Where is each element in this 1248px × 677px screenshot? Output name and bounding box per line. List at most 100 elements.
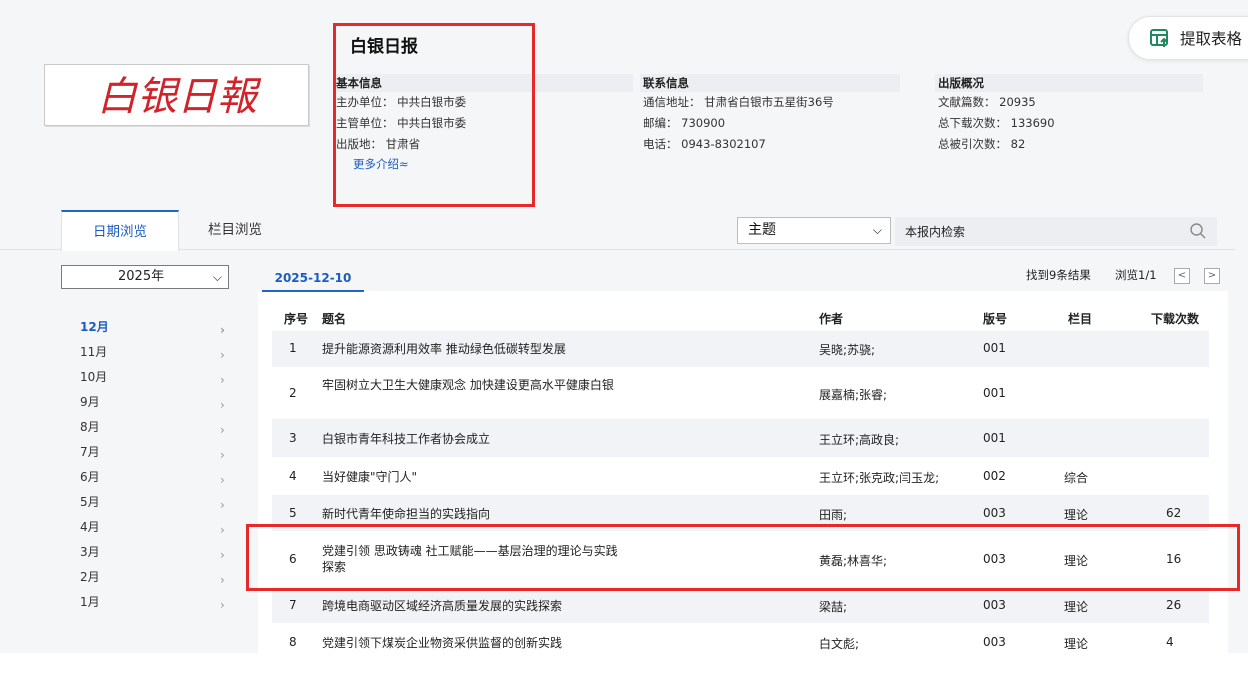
month-label: 6月 [80,470,100,484]
tab-date-browse[interactable]: 日期浏览 [61,210,179,251]
header-no: 序号 [284,312,309,326]
cited-count: 总被引次数： 82 [938,137,1026,151]
table-row[interactable]: 1 提升能源资源利用效率 推动绿色低碳转型发展 吴晓;苏骁; 001 [272,331,1209,367]
search-placeholder: 本报内检索 [905,225,966,239]
header-author: 作者 [819,312,844,326]
row-no: 8 [289,635,297,649]
month-label: 2月 [80,570,100,584]
header-column: 栏目 [1068,312,1093,326]
month-label: 9月 [80,395,100,409]
row-title[interactable]: 牢固树立大卫生大健康观念 加快建设更高水平健康白银 [322,377,622,393]
chevron-right-icon: › [220,598,225,612]
extract-table-label: 提取表格 [1180,30,1243,48]
row-title[interactable]: 跨境电商驱动区域经济高质量发展的实践探索 [322,598,622,614]
row-author: 梁喆; [819,600,848,614]
month-label: 8月 [80,420,100,434]
month-label: 7月 [80,445,100,459]
table-row[interactable]: 7 跨境电商驱动区域经济高质量发展的实践探索 梁喆; 003 理论 26 [272,587,1209,623]
search-scope-value: 主题 [748,222,776,238]
postcode: 邮编： 730900 [643,116,726,130]
row-downloads: 4 [1166,635,1174,649]
month-item[interactable]: 10月 › [80,365,230,390]
table-row[interactable]: 3 白银市青年科技工作者协会成立 王立环;高政良; 001 [272,419,1209,457]
chevron-down-icon: ⌵ [872,223,882,237]
page-indicator: 浏览1/1 [1115,268,1157,282]
month-label: 12月 [80,320,109,334]
extract-table-button[interactable]: 提取表格 [1128,16,1248,60]
month-item[interactable]: 5月 › [80,490,230,515]
doc-count: 文献篇数： 20935 [938,95,1036,109]
highlight-box-info [333,23,535,207]
month-label: 3月 [80,545,100,559]
month-label: 5月 [80,495,100,509]
row-no: 4 [289,469,297,483]
year-select[interactable]: 2025年 ⌵ [61,265,229,289]
row-page: 001 [983,341,1006,355]
result-count: 找到9条结果 [1026,268,1091,282]
tab-column-browse[interactable]: 栏目浏览 [190,210,280,250]
header-downloads: 下载次数 [1151,312,1200,326]
next-page-button[interactable]: > [1204,268,1220,284]
row-title[interactable]: 当好健康"守门人" [322,469,622,485]
contact-info-heading: 联系信息 [640,74,900,92]
row-page: 003 [983,598,1006,612]
chevron-down-icon: ⌵ [212,270,222,284]
month-item[interactable]: 2月 › [80,565,230,590]
row-author: 吴晓;苏骁; [819,343,876,357]
row-title[interactable]: 新时代青年使命担当的实践指向 [322,506,622,522]
address: 通信地址： 甘肃省白银市五星街36号 [643,95,834,109]
highlight-box-row [246,524,1240,591]
month-item[interactable]: 8月 › [80,415,230,440]
search-input[interactable]: 本报内检索 [895,217,1217,246]
table-row[interactable]: 2 牢固树立大卫生大健康观念 加快建设更高水平健康白银 展嘉楠;张睿; 001 [272,367,1209,419]
month-item[interactable]: 1月 › [80,590,230,615]
month-label: 10月 [80,370,108,384]
row-no: 2 [289,386,297,400]
row-author: 王立环;张克政;闫玉龙; [819,471,940,485]
row-author: 王立环;高政良; [819,433,900,447]
row-no: 7 [289,598,297,612]
table-extract-icon [1150,29,1168,47]
row-no: 5 [289,506,297,520]
publish-info: 出版概况 文献篇数： 20935 总下载次数： 133690 总被引次数： 82 [935,74,1203,155]
month-item[interactable]: 9月 › [80,390,230,415]
contact-info: 联系信息 通信地址： 甘肃省白银市五星街36号 邮编： 730900 电话： 0… [640,74,900,155]
month-item[interactable]: 4月 › [80,515,230,540]
month-item[interactable]: 3月 › [80,540,230,565]
month-item[interactable]: 11月 › [80,340,230,365]
table-row[interactable]: 4 当好健康"守门人" 王立环;张克政;闫玉龙; 002 综合 [272,457,1209,495]
search-icon[interactable] [1189,222,1207,240]
row-title[interactable]: 党建引领下煤炭企业物资采供监督的创新实践 [322,635,622,651]
month-item[interactable]: 7月 › [80,440,230,465]
row-page: 001 [983,386,1006,400]
newspaper-logo: 白银日報 [44,64,309,126]
row-downloads: 62 [1166,506,1182,520]
row-author: 白文彪; [819,637,860,651]
month-label: 11月 [80,345,108,359]
row-author: 田雨; [819,508,848,522]
search-scope-select[interactable]: 主题 ⌵ [737,217,891,244]
date-tab[interactable]: 2025-12-10 [262,266,364,292]
row-title[interactable]: 提升能源资源利用效率 推动绿色低碳转型发展 [322,341,622,357]
header-title: 题名 [322,312,347,326]
prev-page-button[interactable]: < [1174,268,1190,284]
logo-text: 白银日報 [97,74,262,120]
row-page: 002 [983,469,1006,483]
logo-calligraphy: 白银日報 [97,74,262,120]
header-page: 版号 [983,312,1008,326]
publish-info-heading: 出版概况 [935,74,1203,92]
month-item[interactable]: 6月 › [80,465,230,490]
row-title[interactable]: 白银市青年科技工作者协会成立 [322,431,622,447]
row-author: 展嘉楠;张睿; [819,388,888,402]
row-page: 001 [983,431,1006,445]
bottom-strip [0,653,1248,677]
table-header: 序号 题名 作者 版号 栏目 下载次数 [258,310,1228,330]
row-page: 003 [983,506,1006,520]
month-item[interactable]: 12月 › [80,315,230,340]
row-no: 3 [289,431,297,445]
table-row[interactable]: 8 党建引领下煤炭企业物资采供监督的创新实践 白文彪; 003 理论 4 [272,623,1209,653]
row-column: 理论 [1064,508,1089,522]
row-column: 综合 [1064,471,1089,485]
month-list: 12月 › 11月 › 10月 › 9月 › 8月 › 7月 › 6月 › 5月 › 4月 › 3… [80,315,230,615]
month-label: 4月 [80,520,100,534]
